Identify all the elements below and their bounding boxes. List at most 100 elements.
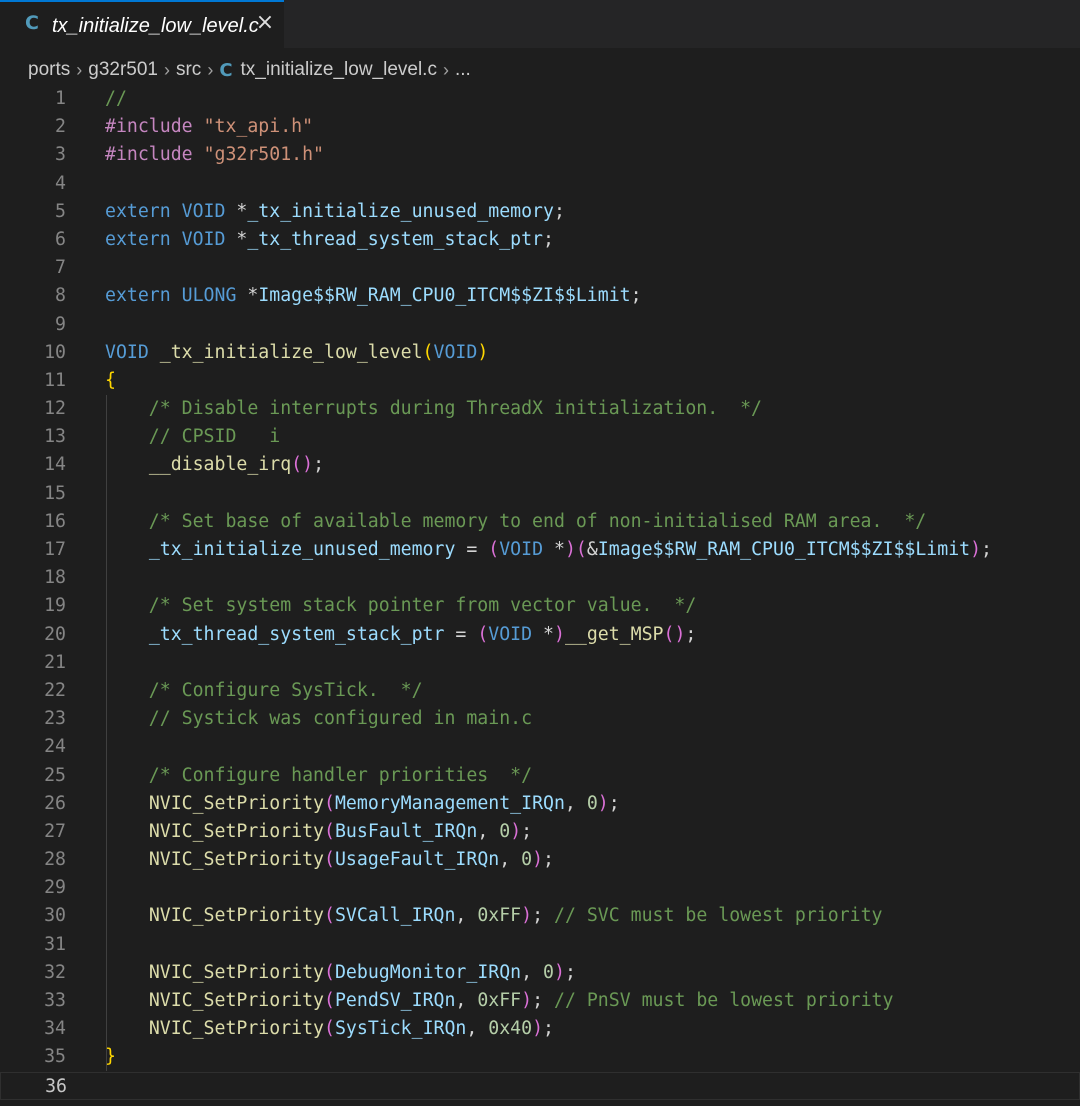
code-token: _tx_initialize_unused_memory bbox=[247, 200, 554, 222]
code-content: /* Configure SysTick. */ bbox=[105, 677, 423, 705]
code-token: NVIC_SetPriority bbox=[148, 792, 325, 814]
line-number: 4 bbox=[55, 172, 66, 194]
code-line[interactable]: 10 VOID _tx_initialize_low_level(VOID) bbox=[0, 339, 1080, 367]
code-line[interactable]: 24 bbox=[0, 733, 1080, 761]
line-number: 9 bbox=[55, 313, 66, 335]
code-line[interactable]: 15 bbox=[0, 480, 1080, 508]
c-file-icon: C bbox=[25, 12, 39, 34]
code-token: * bbox=[553, 539, 565, 560]
line-number: 2 bbox=[55, 116, 66, 138]
code-token: ) bbox=[477, 341, 489, 363]
code-line[interactable]: 1 // bbox=[0, 85, 1080, 113]
code-token: ; bbox=[313, 454, 325, 476]
code-line[interactable]: 35} bbox=[0, 1043, 1080, 1071]
code-editor[interactable]: 1 // 2 #include "tx_api.h" 3 #include "g32r50… bbox=[0, 85, 1080, 1100]
code-line[interactable]: 30 NVIC_SetPriority(SVCall_IRQn, 0xFF); … bbox=[0, 902, 1080, 930]
breadcrumb-item-g32r501[interactable]: g32r501 bbox=[88, 59, 158, 81]
line-number: 5 bbox=[55, 200, 66, 222]
code-token: * bbox=[247, 285, 259, 307]
code-line[interactable]: 22 /* Configure SysTick. */ bbox=[0, 677, 1080, 705]
code-token: NVIC_SetPriority bbox=[148, 961, 325, 983]
code-token: , bbox=[521, 961, 544, 983]
code-line[interactable]: 18 bbox=[0, 564, 1080, 592]
code-line[interactable]: 29 bbox=[0, 874, 1080, 902]
line-number: 36 bbox=[45, 1075, 67, 1097]
code-line[interactable]: 31 bbox=[0, 931, 1080, 959]
code-token: } bbox=[105, 1046, 116, 1068]
code-token: () bbox=[663, 623, 686, 645]
code-line[interactable]: 32 NVIC_SetPriority(DebugMonitor_IRQn, 0… bbox=[0, 959, 1080, 987]
close-icon[interactable]: × bbox=[254, 12, 276, 34]
code-line[interactable]: 7 bbox=[0, 254, 1080, 282]
code-token: { bbox=[105, 369, 116, 391]
code-token: ; bbox=[543, 849, 554, 871]
code-line[interactable]: 21 bbox=[0, 649, 1080, 677]
code-token: 0 bbox=[499, 820, 511, 842]
code-token: 0xFF bbox=[477, 990, 522, 1011]
code-line[interactable]: 25 /* Configure handler priorities */ bbox=[0, 762, 1080, 790]
code-line[interactable]: 12 /* Disable interrupts during ThreadX … bbox=[0, 395, 1080, 423]
line-number: 24 bbox=[44, 736, 66, 758]
code-line[interactable]: 28 NVIC_SetPriority(UsageFault_IRQn, 0); bbox=[0, 846, 1080, 874]
code-token: BusFault_IRQn bbox=[334, 820, 478, 842]
code-line[interactable]: 11 { bbox=[0, 367, 1080, 395]
code-content: } bbox=[105, 1043, 116, 1071]
code-token: Image$$RW_RAM_CPU0_ITCM$$ZI$$Limit bbox=[597, 539, 971, 560]
code-token: UsageFault_IRQn bbox=[334, 849, 500, 871]
code-line[interactable]: 20 _tx_thread_system_stack_ptr = (VOID *… bbox=[0, 621, 1080, 649]
code-content: NVIC_SetPriority(PendSV_IRQn, 0xFF); // … bbox=[105, 987, 894, 1015]
code-token: , bbox=[499, 849, 522, 871]
code-line[interactable]: 4 bbox=[0, 170, 1080, 198]
code-token: ; bbox=[532, 990, 554, 1011]
code-line[interactable]: 26 NVIC_SetPriority(MemoryManagement_IRQ… bbox=[0, 790, 1080, 818]
code-line[interactable]: 8 extern ULONG *Image$$RW_RAM_CPU0_ITCM$$… bbox=[0, 282, 1080, 310]
breadcrumb-item-src[interactable]: src bbox=[176, 59, 201, 81]
code-line[interactable]: 17 _tx_initialize_unused_memory = (VOID … bbox=[0, 536, 1080, 564]
code-token: ) bbox=[970, 539, 982, 560]
breadcrumb-item-symbols[interactable]: ... bbox=[455, 59, 471, 81]
code-line[interactable]: 3 #include "g32r501.h" bbox=[0, 141, 1080, 169]
tab-tx-initialize-low-level[interactable]: C tx_initialize_low_level.c × bbox=[0, 0, 284, 48]
code-line[interactable]: 6 extern VOID *_tx_thread_system_stack_pt… bbox=[0, 226, 1080, 254]
breadcrumb-item-ports[interactable]: ports bbox=[28, 59, 70, 81]
code-line[interactable]: 34 NVIC_SetPriority(SysTick_IRQn, 0x40); bbox=[0, 1015, 1080, 1043]
code-token: SVCall_IRQn bbox=[334, 905, 456, 927]
code-line[interactable]: 36 bbox=[0, 1071, 1080, 1100]
breadcrumb-item-file[interactable]: tx_initialize_low_level.c bbox=[241, 59, 437, 81]
code-token: VOID bbox=[105, 341, 160, 363]
code-line[interactable]: 5 extern VOID *_tx_initialize_unused_memo… bbox=[0, 198, 1080, 226]
code-line[interactable]: 27 NVIC_SetPriority(BusFault_IRQn, 0); bbox=[0, 818, 1080, 846]
code-token: ( bbox=[324, 820, 335, 842]
code-line[interactable]: 2 #include "tx_api.h" bbox=[0, 113, 1080, 141]
code-token: ) bbox=[553, 961, 565, 983]
code-token: ) bbox=[532, 849, 544, 871]
code-token: = bbox=[455, 539, 489, 560]
tab-bar: C tx_initialize_low_level.c × bbox=[0, 0, 1080, 48]
code-content: __disable_irq(); bbox=[105, 451, 324, 479]
code-line[interactable]: 14 __disable_irq(); bbox=[0, 451, 1080, 479]
code-line[interactable]: 16 /* Set base of available memory to en… bbox=[0, 508, 1080, 536]
code-token: , bbox=[455, 905, 478, 927]
code-token: /* Configure SysTick. */ bbox=[105, 679, 423, 701]
line-number: 18 bbox=[44, 567, 66, 589]
code-content: _tx_thread_system_stack_ptr = (VOID *)__… bbox=[105, 621, 697, 649]
code-token: VOID bbox=[181, 228, 237, 250]
code-token: NVIC_SetPriority bbox=[148, 905, 325, 927]
code-content: extern VOID *_tx_thread_system_stack_ptr… bbox=[105, 226, 554, 254]
code-line[interactable]: 19 /* Set system stack pointer from vect… bbox=[0, 592, 1080, 620]
line-number: 26 bbox=[44, 792, 66, 814]
code-token: ) bbox=[532, 1018, 544, 1040]
code-content: /* Configure handler priorities */ bbox=[105, 762, 532, 790]
code-line[interactable]: 33 NVIC_SetPriority(PendSV_IRQn, 0xFF); … bbox=[0, 987, 1080, 1015]
code-token: extern bbox=[105, 228, 182, 250]
code-line[interactable]: 9 bbox=[0, 311, 1080, 339]
code-token: _tx_thread_system_stack_ptr bbox=[247, 228, 544, 250]
line-number: 22 bbox=[44, 679, 66, 701]
code-content: /* Set base of available memory to end o… bbox=[105, 508, 926, 536]
line-number: 27 bbox=[44, 820, 66, 842]
code-line[interactable]: 23 // Systick was configured in main.c bbox=[0, 705, 1080, 733]
code-line[interactable]: 13 // CPSID i bbox=[0, 423, 1080, 451]
